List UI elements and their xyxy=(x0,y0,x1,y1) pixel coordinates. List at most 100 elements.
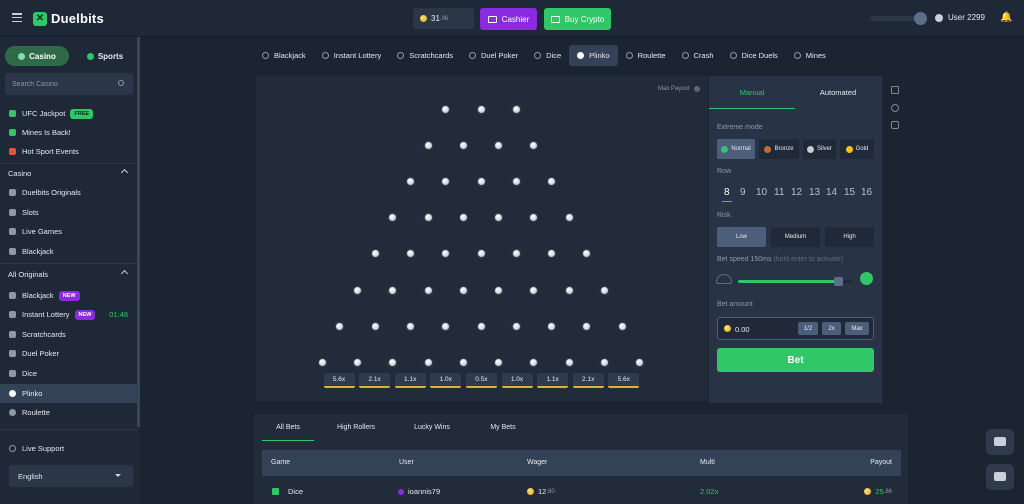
bet-speed-slider[interactable] xyxy=(738,280,838,283)
sidebar-section-all-originals[interactable]: All Originals xyxy=(0,265,138,284)
tab-automated[interactable]: Automated xyxy=(795,76,881,109)
bet-row-user[interactable]: ioannis79 xyxy=(398,487,440,496)
row-option-15[interactable]: 15 xyxy=(844,187,855,198)
search-input[interactable] xyxy=(5,73,133,95)
cards-icon xyxy=(9,248,16,255)
sound-icon[interactable] xyxy=(891,86,899,94)
sidebar-item-plinko[interactable]: Plinko xyxy=(0,384,138,403)
extreme-normal-button[interactable]: Normal xyxy=(717,139,755,159)
row-option-16[interactable]: 16 xyxy=(861,187,872,198)
extreme-bronze-button[interactable]: Bronze xyxy=(759,139,799,159)
plinko-peg xyxy=(495,358,503,366)
caret-down-icon xyxy=(115,474,121,477)
bet-button[interactable]: Bet xyxy=(717,348,874,372)
sidebar-item-live-games[interactable]: Live Games xyxy=(0,222,138,241)
sports-toggle[interactable]: Sports xyxy=(73,46,137,66)
plinko-peg xyxy=(424,286,432,294)
sidebar-item-roulette[interactable]: Roulette xyxy=(0,403,138,422)
sidebar-section-casino[interactable]: Casino xyxy=(0,164,138,183)
risk-label-text: Risk xyxy=(717,212,731,219)
slots-icon xyxy=(9,209,16,216)
buy-crypto-button[interactable]: Buy Crypto xyxy=(544,8,611,30)
bet-speed-handle[interactable] xyxy=(834,277,843,286)
max-payout[interactable]: Max Payout xyxy=(658,86,700,92)
sidebar-item-duelbits-originals[interactable]: Duelbits Originals xyxy=(0,183,138,202)
menu-icon[interactable] xyxy=(12,13,22,23)
casino-toggle[interactable]: Casino xyxy=(5,46,69,66)
chat-float-button[interactable] xyxy=(986,464,1014,490)
search-icon[interactable] xyxy=(118,80,124,86)
sidebar-item-blackjack-casino[interactable]: Blackjack xyxy=(0,242,138,261)
max-button[interactable]: Max xyxy=(845,322,869,335)
language-select[interactable]: English xyxy=(9,465,133,487)
balance-display[interactable]: 31.96 xyxy=(413,8,474,29)
tab-my-bets[interactable]: My Bets xyxy=(481,414,525,441)
live-support-link[interactable]: Live Support xyxy=(9,444,64,453)
tab-duel-poker[interactable]: Duel Poker xyxy=(461,45,526,66)
logo[interactable]: ✕ Duelbits xyxy=(33,11,104,26)
plinko-peg xyxy=(406,322,414,330)
tab-roulette[interactable]: Roulette xyxy=(618,45,674,66)
tab-instant-lottery[interactable]: Instant Lottery xyxy=(314,45,390,66)
sidebar-item-mines-is-back[interactable]: Mines Is Back! xyxy=(0,123,138,142)
tab-all-bets[interactable]: All Bets xyxy=(262,414,314,441)
risk-high-button[interactable]: High xyxy=(825,227,874,247)
rabbit-icon xyxy=(860,272,873,285)
user-menu[interactable]: User 2299 xyxy=(935,13,985,22)
tab-high-rollers[interactable]: High Rollers xyxy=(329,414,383,441)
bet-speed-hint: (hold enter to activate) xyxy=(773,256,844,263)
sidebar-item-scratchcards[interactable]: Scratchcards xyxy=(0,325,138,344)
row-option-13[interactable]: 13 xyxy=(809,187,820,198)
tab-blackjack[interactable]: Blackjack xyxy=(254,45,314,66)
plinko-board[interactable] xyxy=(256,76,708,401)
extreme-gold-button[interactable]: Gold xyxy=(840,139,874,159)
multiplier-slot: 2.1x xyxy=(359,373,391,388)
row-option-11[interactable]: 11 xyxy=(774,187,784,198)
card-icon xyxy=(550,15,560,23)
sidebar-item-hot-sport-events[interactable]: Hot Sport Events xyxy=(0,142,138,161)
plinko-peg xyxy=(565,214,573,222)
bet-amount-input[interactable] xyxy=(735,322,795,336)
game-tab-label: Instant Lottery xyxy=(333,51,382,60)
game-tab-label: Roulette xyxy=(637,51,666,60)
sidebar-item-blackjack[interactable]: Blackjack NEW xyxy=(0,286,138,305)
stats-icon[interactable] xyxy=(891,121,899,129)
sidebar-item-label: Live Games xyxy=(22,227,63,236)
row-option-10[interactable]: 10 xyxy=(756,187,767,198)
sidebar-item-ufc-jackpot[interactable]: UFC Jackpot FREE xyxy=(0,104,138,123)
sidebar-item-slots[interactable]: Slots xyxy=(0,203,138,222)
tab-dice[interactable]: Dice xyxy=(526,45,569,66)
row-option-9[interactable]: 9 xyxy=(740,187,746,198)
sidebar-item-label: Duel Poker xyxy=(22,349,60,358)
sidebar-item-duel-poker[interactable]: Duel Poker xyxy=(0,344,138,363)
tab-manual[interactable]: Manual xyxy=(709,76,795,109)
sidebar-item-dice[interactable]: Dice xyxy=(0,364,138,383)
half-button[interactable]: 1/2 xyxy=(798,322,818,335)
row-option-8[interactable]: 8 xyxy=(722,187,732,202)
promo-float-button[interactable] xyxy=(986,429,1014,455)
history-icon[interactable] xyxy=(891,104,899,112)
row-option-14[interactable]: 14 xyxy=(826,187,837,198)
double-button[interactable]: 2x xyxy=(822,322,841,335)
sidebar-item-instant-lottery[interactable]: Instant Lottery NEW 01:48 xyxy=(0,305,138,324)
wager-cents: .80 xyxy=(546,488,555,495)
tab-plinko[interactable]: Plinko xyxy=(569,45,618,66)
bell-icon[interactable]: 🔔 xyxy=(1000,12,1012,23)
tab-mines[interactable]: Mines xyxy=(786,45,834,66)
extreme-silver-button[interactable]: Silver xyxy=(803,139,836,159)
info-icon xyxy=(693,86,700,92)
tab-scratchcards[interactable]: Scratchcards xyxy=(389,45,461,66)
row-option-12[interactable]: 12 xyxy=(791,187,802,198)
tab-lucky-wins[interactable]: Lucky Wins xyxy=(405,414,459,441)
plinko-peg xyxy=(353,358,361,366)
risk-low-button[interactable]: Low xyxy=(717,227,766,247)
cashier-button[interactable]: Cashier xyxy=(480,8,537,30)
blackjack-icon xyxy=(9,292,16,299)
tab-dice-duels[interactable]: Dice Duels xyxy=(722,45,786,66)
risk-medium-button[interactable]: Medium xyxy=(771,227,820,247)
bet-row-game[interactable]: Dice xyxy=(272,487,303,496)
roulette-icon xyxy=(9,409,16,416)
gem-icon xyxy=(9,129,16,136)
plinko-peg xyxy=(318,358,326,366)
tab-crash[interactable]: Crash xyxy=(674,45,722,66)
